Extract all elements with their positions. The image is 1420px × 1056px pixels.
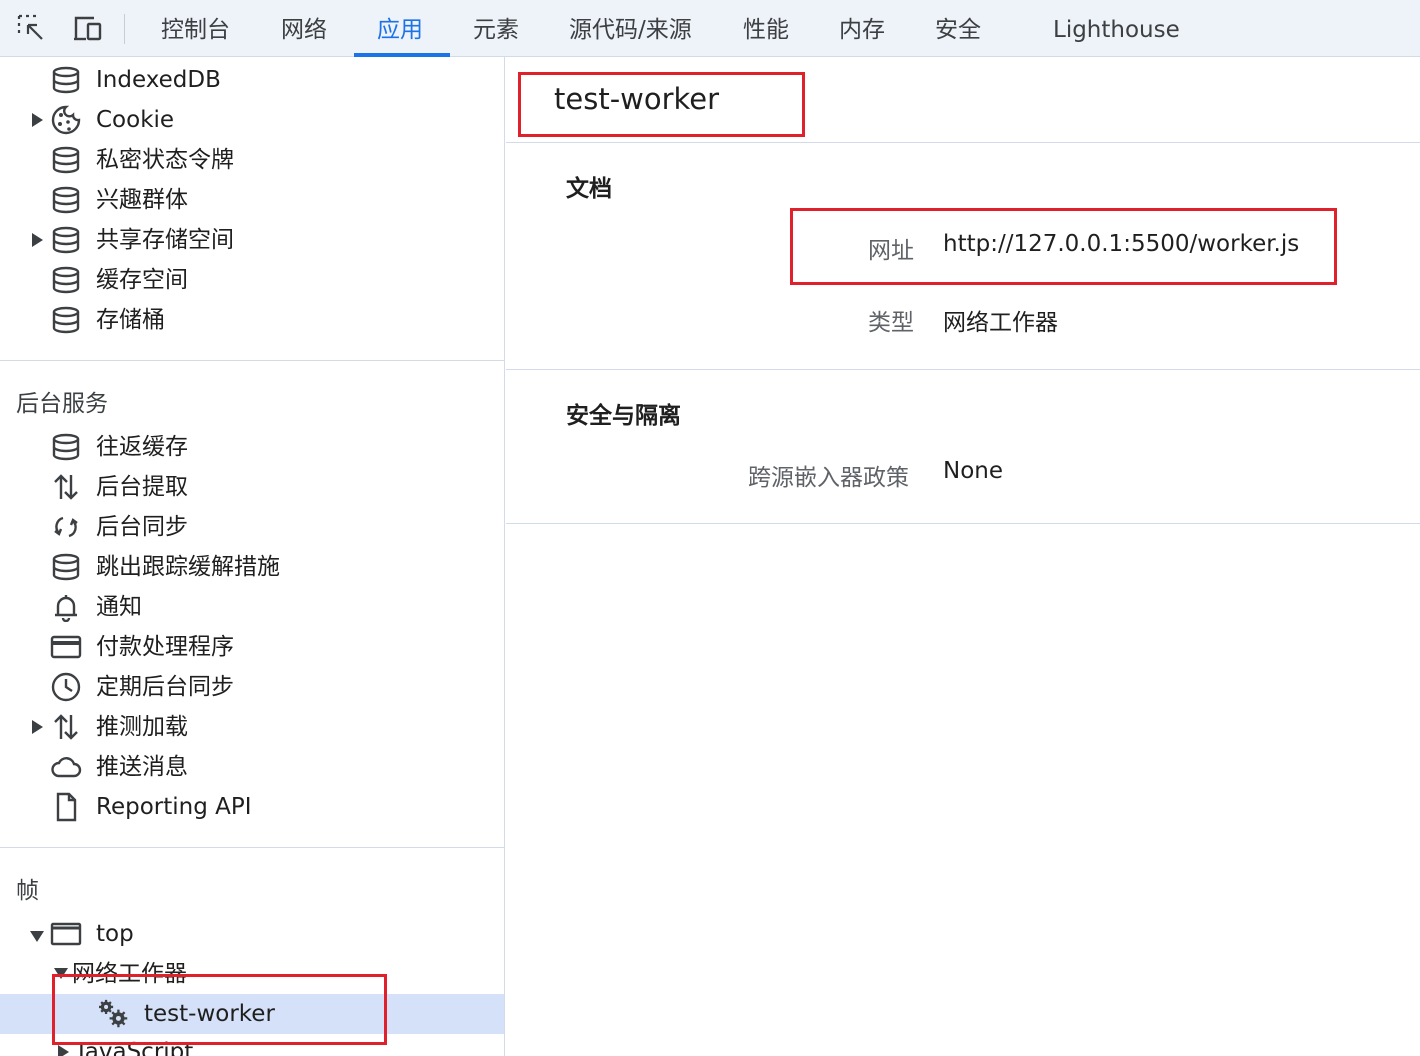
sidebar-item-notifications[interactable]: 通知: [0, 587, 504, 627]
tab-sources[interactable]: 源代码/来源: [569, 0, 692, 57]
devtools-toolbar: 控制台 网络 应用 元素 源代码/来源 性能 内存 安全 Lighthouse: [0, 0, 1420, 57]
cookie-icon: [51, 105, 81, 135]
sidebar-item-label: 后台提取: [96, 474, 188, 500]
sidebar-item-indexeddb[interactable]: IndexedDB: [0, 60, 504, 100]
background-services-title: 后台服务: [16, 391, 108, 417]
tab-lighthouse[interactable]: Lighthouse: [1053, 0, 1180, 57]
expand-arrow-icon[interactable]: [32, 720, 43, 734]
collapse-arrow-icon[interactable]: [30, 931, 44, 942]
sidebar-item-private-state-tokens[interactable]: 私密状态令牌: [0, 140, 504, 180]
highlight-box-url: [790, 208, 1337, 285]
inspect-element-icon[interactable]: [16, 13, 48, 45]
database-icon: [52, 226, 80, 254]
application-sidebar: IndexedDB Cookie 私密状态令牌 兴趣群体 共享存储空间 缓存空间…: [0, 57, 505, 1056]
tab-performance[interactable]: 性能: [743, 0, 789, 57]
sidebar-item-label: Cookie: [96, 107, 175, 133]
sidebar-item-label: 推测加载: [96, 714, 188, 740]
database-icon: [52, 186, 80, 214]
worker-details-panel: test-worker 文档 网址 http://127.0.0.1:5500/…: [506, 57, 1420, 1056]
database-icon: [52, 146, 80, 174]
expand-arrow-icon[interactable]: [32, 113, 43, 127]
sidebar-item-shared-storage[interactable]: 共享存储空间: [0, 220, 504, 260]
toolbar-separator: [124, 14, 125, 44]
document-section-title: 文档: [566, 176, 612, 202]
database-icon: [52, 266, 80, 294]
up-down-arrows-icon: [54, 714, 78, 740]
device-toolbar-icon[interactable]: [72, 13, 104, 45]
highlight-box-worker-item: [52, 974, 387, 1045]
cloud-icon: [51, 757, 82, 778]
database-icon: [52, 553, 80, 581]
sidebar-item-label: 共享存储空间: [96, 227, 234, 253]
sidebar-item-label: 付款处理程序: [96, 634, 234, 660]
sidebar-item-background-sync[interactable]: 后台同步: [0, 507, 504, 547]
coep-key: 跨源嵌入器政策: [748, 465, 909, 491]
credit-card-icon: [50, 635, 82, 659]
sidebar-item-reporting-api[interactable]: Reporting API: [0, 787, 504, 827]
sidebar-item-push-messaging[interactable]: 推送消息: [0, 747, 504, 787]
sidebar-item-label: 定期后台同步: [96, 674, 234, 700]
type-key: 类型: [868, 310, 914, 336]
security-section-title: 安全与隔离: [566, 403, 681, 429]
sidebar-item-bounce-tracking-mitigations[interactable]: 跳出跟踪缓解措施: [0, 547, 504, 587]
sidebar-item-label: 推送消息: [96, 754, 188, 780]
sidebar-item-cache-storage[interactable]: 缓存空间: [0, 260, 504, 300]
expand-arrow-icon[interactable]: [32, 233, 43, 247]
sidebar-item-interest-groups[interactable]: 兴趣群体: [0, 180, 504, 220]
sidebar-item-frame-top[interactable]: top: [0, 914, 504, 954]
frame-window-icon: [50, 922, 82, 946]
tab-console[interactable]: 控制台: [161, 0, 230, 57]
sidebar-item-label: IndexedDB: [96, 67, 221, 93]
clock-icon: [51, 672, 81, 702]
type-value: 网络工作器: [943, 310, 1058, 336]
tab-network[interactable]: 网络: [281, 0, 327, 57]
section-divider: [0, 360, 504, 361]
frames-title: 帧: [16, 878, 39, 904]
highlight-box-title: [518, 72, 805, 137]
database-icon: [52, 66, 80, 94]
tab-security[interactable]: 安全: [935, 0, 981, 57]
sidebar-item-storage-buckets[interactable]: 存储桶: [0, 300, 504, 340]
file-icon: [56, 792, 77, 822]
database-icon: [52, 306, 80, 334]
sidebar-item-label: 缓存空间: [96, 267, 188, 293]
tab-application[interactable]: 应用: [377, 0, 423, 57]
expand-arrow-icon[interactable]: [58, 1045, 69, 1056]
sync-icon: [54, 516, 78, 538]
sidebar-item-label: 存储桶: [96, 307, 165, 333]
sidebar-item-label: 跳出跟踪缓解措施: [96, 554, 280, 580]
sidebar-item-speculative-loads[interactable]: 推测加载: [0, 707, 504, 747]
sidebar-item-payment-handler[interactable]: 付款处理程序: [0, 627, 504, 667]
sidebar-item-label: 私密状态令牌: [96, 147, 234, 173]
bell-icon: [55, 595, 77, 622]
up-down-arrows-icon: [54, 474, 78, 500]
tab-memory[interactable]: 内存: [839, 0, 885, 57]
section-divider: [506, 523, 1420, 524]
coep-value: None: [943, 458, 1004, 484]
sidebar-item-label: top: [96, 921, 134, 947]
sidebar-item-background-fetch[interactable]: 后台提取: [0, 467, 504, 507]
sidebar-item-label: Reporting API: [96, 794, 252, 820]
section-divider: [0, 847, 504, 848]
sidebar-item-label: 后台同步: [96, 514, 188, 540]
sidebar-item-cookie[interactable]: Cookie: [0, 100, 504, 140]
tab-elements[interactable]: 元素: [473, 0, 519, 57]
sidebar-item-label: 通知: [96, 594, 142, 620]
sidebar-item-label: 往返缓存: [96, 434, 188, 460]
section-divider: [506, 369, 1420, 370]
sidebar-item-back-forward-cache[interactable]: 往返缓存: [0, 427, 504, 467]
section-divider: [506, 142, 1420, 143]
sidebar-item-periodic-background-sync[interactable]: 定期后台同步: [0, 667, 504, 707]
sidebar-item-label: 兴趣群体: [96, 187, 188, 213]
database-icon: [52, 433, 80, 461]
